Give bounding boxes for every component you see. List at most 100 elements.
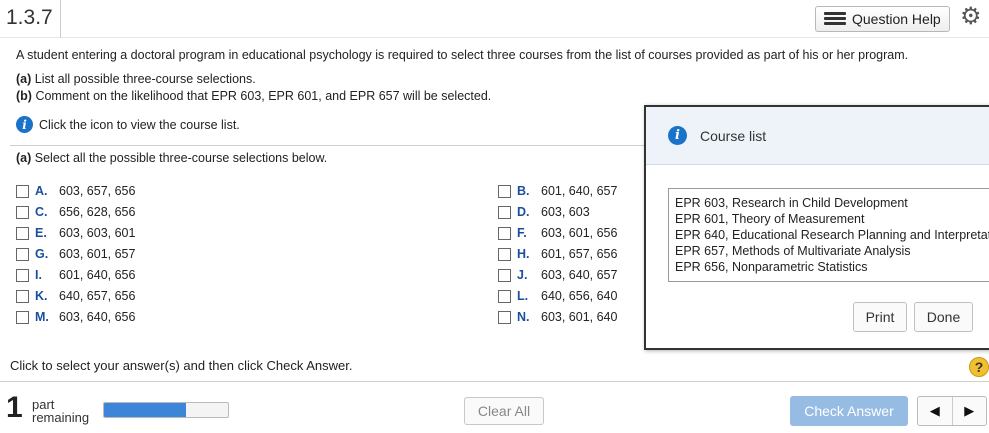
header: 1.3.7 Question Help ⚙	[0, 0, 989, 38]
gear-icon[interactable]: ⚙	[960, 5, 982, 29]
option-checkbox[interactable]	[498, 205, 511, 219]
answer-option[interactable]: A. 603, 657, 656	[16, 183, 135, 199]
option-letter: G.	[35, 247, 49, 261]
question-text: A student entering a doctoral program in…	[16, 48, 909, 62]
course-item: EPR 603, Research in Child Development	[675, 196, 908, 210]
answer-option[interactable]: H. 601, 657, 656	[498, 246, 617, 262]
option-letter: C.	[35, 205, 48, 219]
course-item: EPR 601, Theory of Measurement	[675, 212, 865, 226]
info-icon: i	[668, 126, 687, 145]
option-text: 603, 640, 656	[59, 310, 136, 324]
option-checkbox[interactable]	[498, 226, 511, 240]
option-checkbox[interactable]	[498, 289, 511, 303]
divider	[10, 145, 645, 146]
list-icon	[824, 12, 846, 26]
select-prefix: (a)	[16, 151, 32, 165]
option-checkbox[interactable]	[16, 289, 29, 303]
option-text: 601, 640, 656	[59, 268, 136, 282]
option-text: 601, 640, 657	[541, 184, 618, 198]
part-b-text: Comment on the likelihood that EPR 603, …	[31, 89, 492, 103]
course-list-dialog: i Course list EPR 603, Research in Child…	[644, 105, 989, 350]
header-divider	[60, 0, 61, 38]
option-letter: M.	[35, 310, 49, 324]
option-text: 603, 640, 657	[541, 268, 618, 282]
option-text: 603, 601, 656	[541, 226, 618, 240]
course-item: EPR 656, Nonparametric Statistics	[675, 260, 868, 274]
option-checkbox[interactable]	[16, 226, 29, 240]
answer-option[interactable]: E. 603, 603, 601	[16, 225, 135, 241]
option-text: 603, 603, 601	[59, 226, 136, 240]
option-letter: F.	[517, 226, 527, 240]
parts-label-line-2: remaining	[32, 410, 90, 425]
answer-option[interactable]: M. 603, 640, 656	[16, 309, 135, 325]
option-checkbox[interactable]	[498, 268, 511, 282]
course-item: EPR 640, Educational Research Planning a…	[675, 228, 989, 242]
option-checkbox[interactable]	[498, 184, 511, 198]
course-list: EPR 603, Research in Child Development EP…	[668, 188, 989, 282]
option-checkbox[interactable]	[16, 268, 29, 282]
option-letter: A.	[35, 184, 48, 198]
option-checkbox[interactable]	[498, 247, 511, 261]
option-text: 640, 657, 656	[59, 289, 136, 303]
parts-remaining-count: 1	[6, 391, 23, 424]
part-a-prefix: (a)	[16, 72, 32, 86]
info-text: Click the icon to view the course list.	[39, 117, 240, 132]
option-checkbox[interactable]	[16, 247, 29, 261]
option-checkbox[interactable]	[498, 310, 511, 324]
info-icon[interactable]: i	[16, 116, 33, 133]
parts-remaining-label: part remaining	[32, 398, 89, 424]
answer-option[interactable]: F. 603, 601, 656	[498, 225, 617, 241]
next-question-button[interactable]: ▶	[951, 397, 987, 425]
progress-fill	[104, 403, 186, 417]
option-letter: N.	[517, 310, 530, 324]
option-letter: I.	[35, 268, 42, 282]
question-navigation: ◀ ▶	[917, 396, 987, 426]
help-icon[interactable]: ?	[969, 357, 989, 377]
course-item: EPR 657, Methods of Multivariate Analysi…	[675, 244, 911, 258]
footer-divider	[0, 381, 989, 382]
answer-option[interactable]: N. 603, 601, 640	[498, 309, 617, 325]
option-checkbox[interactable]	[16, 184, 29, 198]
option-text: 603, 601, 640	[541, 310, 618, 324]
option-letter: H.	[517, 247, 530, 261]
dialog-title: Course list	[700, 127, 767, 144]
select-instruction: (a) Select all the possible three-course…	[16, 151, 327, 165]
answer-option[interactable]: D. 603, 603	[498, 204, 590, 220]
option-letter: L.	[517, 289, 529, 303]
answer-instruction: Click to select your answer(s) and then …	[10, 358, 353, 373]
option-text: 601, 657, 656	[541, 247, 618, 261]
option-text: 656, 628, 656	[59, 205, 136, 219]
option-checkbox[interactable]	[16, 310, 29, 324]
option-letter: E.	[35, 226, 47, 240]
part-b-prefix: (b)	[16, 89, 32, 103]
answer-option[interactable]: K. 640, 657, 656	[16, 288, 135, 304]
check-answer-button[interactable]: Check Answer	[790, 396, 908, 426]
answer-option[interactable]: I. 601, 640, 656	[16, 267, 135, 283]
dialog-header: i Course list	[646, 107, 989, 165]
clear-all-button[interactable]: Clear All	[464, 397, 544, 425]
answer-option[interactable]: B. 601, 640, 657	[498, 183, 617, 199]
option-text: 603, 657, 656	[59, 184, 136, 198]
progress-bar	[103, 402, 229, 418]
option-text: 603, 601, 657	[59, 247, 136, 261]
section-number: 1.3.7	[6, 6, 53, 29]
part-a-text: List all possible three-course selection…	[31, 72, 256, 86]
previous-question-button[interactable]: ◀	[918, 397, 952, 425]
course-list-link[interactable]: i Click the icon to view the course list…	[16, 116, 240, 133]
done-button[interactable]: Done	[914, 302, 973, 332]
question-help-label: Question Help	[852, 11, 941, 27]
option-letter: B.	[517, 184, 530, 198]
answer-option[interactable]: C. 656, 628, 656	[16, 204, 135, 220]
option-checkbox[interactable]	[16, 205, 29, 219]
option-letter: D.	[517, 205, 530, 219]
print-button[interactable]: Print	[853, 302, 907, 332]
answer-option[interactable]: G. 603, 601, 657	[16, 246, 135, 262]
answer-option[interactable]: L. 640, 656, 640	[498, 288, 617, 304]
answer-option[interactable]: J. 603, 640, 657	[498, 267, 617, 283]
option-letter: J.	[517, 268, 528, 282]
option-letter: K.	[35, 289, 48, 303]
question-part-a: (a) List all possible three-course selec…	[16, 72, 256, 86]
question-part-b: (b) Comment on the likelihood that EPR 6…	[16, 89, 491, 103]
option-text: 603, 603	[541, 205, 590, 219]
question-help-button[interactable]: Question Help	[815, 6, 950, 32]
